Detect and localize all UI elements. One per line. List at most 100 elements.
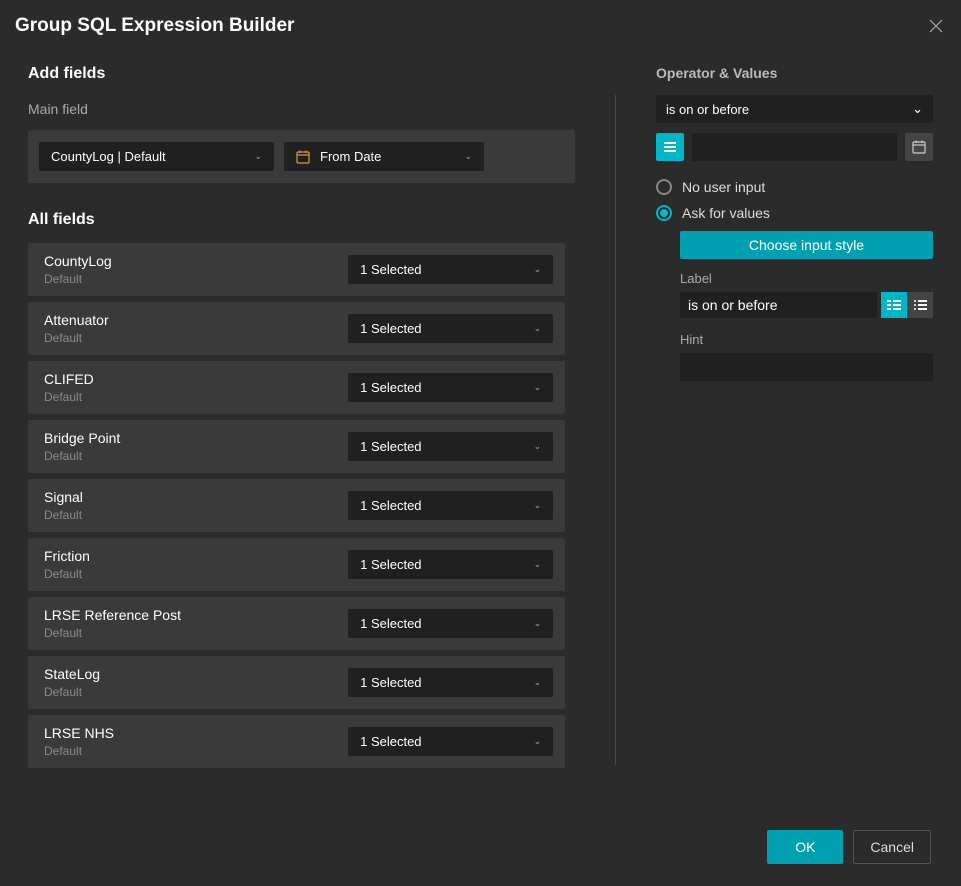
field-selected-value: 1 Selected <box>360 439 421 454</box>
label-position-top-button[interactable] <box>907 292 933 318</box>
main-field-dropdown[interactable]: CountyLog | Default ⌄ <box>39 142 274 171</box>
cancel-button[interactable]: Cancel <box>853 830 931 864</box>
right-column: Operator & Values is on or before ⌄ No u… <box>656 65 933 812</box>
hint-caption: Hint <box>680 332 933 347</box>
field-selected-dropdown[interactable]: 1 Selected ⌄ <box>348 491 553 520</box>
ok-button[interactable]: OK <box>767 830 843 864</box>
field-name: Attenuator <box>44 312 109 328</box>
label-row <box>680 292 933 318</box>
chevron-down-icon: ⌄ <box>912 101 923 117</box>
field-selected-value: 1 Selected <box>360 262 421 277</box>
field-row: Signal Default 1 Selected ⌄ <box>28 479 565 532</box>
close-icon <box>929 19 943 33</box>
source-type-button[interactable] <box>656 133 684 161</box>
main-field-label: Main field <box>28 101 575 117</box>
field-sublabel: Default <box>44 626 181 640</box>
field-row: CLIFED Default 1 Selected ⌄ <box>28 361 565 414</box>
list-icon <box>663 140 677 154</box>
field-info: LRSE Reference Post Default <box>44 607 181 640</box>
field-sublabel: Default <box>44 744 114 758</box>
field-selected-value: 1 Selected <box>360 734 421 749</box>
label-input[interactable] <box>680 292 877 318</box>
field-row: Attenuator Default 1 Selected ⌄ <box>28 302 565 355</box>
left-column: Add fields Main field CountyLog | Defaul… <box>28 65 575 812</box>
field-selected-dropdown[interactable]: 1 Selected ⌄ <box>348 373 553 402</box>
field-selected-dropdown[interactable]: 1 Selected ⌄ <box>348 609 553 638</box>
operator-values-title: Operator & Values <box>656 65 933 81</box>
calendar-icon <box>296 150 310 164</box>
field-name: Signal <box>44 489 83 505</box>
all-fields-label: All fields <box>28 211 575 229</box>
field-selected-dropdown[interactable]: 1 Selected ⌄ <box>348 432 553 461</box>
field-name: CLIFED <box>44 371 94 387</box>
field-info: Friction Default <box>44 548 90 581</box>
chevron-down-icon: ⌄ <box>534 677 542 688</box>
field-sublabel: Default <box>44 272 112 286</box>
field-selected-value: 1 Selected <box>360 616 421 631</box>
add-fields-title: Add fields <box>28 65 575 83</box>
label-position-left-button[interactable] <box>881 292 907 318</box>
field-info: CountyLog Default <box>44 253 112 286</box>
close-button[interactable] <box>929 19 943 33</box>
chevron-down-icon: ⌄ <box>464 151 472 162</box>
field-sublabel: Default <box>44 331 109 345</box>
chevron-down-icon: ⌄ <box>534 264 542 275</box>
field-name: Bridge Point <box>44 430 120 446</box>
field-sublabel: Default <box>44 390 94 404</box>
operator-value: is on or before <box>666 102 749 117</box>
chevron-down-icon: ⌄ <box>534 441 542 452</box>
field-row: CountyLog Default 1 Selected ⌄ <box>28 243 565 296</box>
chevron-down-icon: ⌄ <box>534 382 542 393</box>
calendar-picker-button[interactable] <box>905 133 933 161</box>
radio-label: Ask for values <box>682 205 770 221</box>
field-info: Attenuator Default <box>44 312 109 345</box>
field-info: StateLog Default <box>44 666 100 699</box>
field-selected-value: 1 Selected <box>360 380 421 395</box>
label-position-toggle <box>881 292 933 318</box>
fields-scroll-container[interactable]: CountyLog Default 1 Selected ⌄ Attenuato… <box>28 243 575 773</box>
field-row: LRSE Reference Post Default 1 Selected ⌄ <box>28 597 565 650</box>
radio-ask-for-values[interactable]: Ask for values <box>656 205 933 221</box>
dialog-footer: OK Cancel <box>0 812 961 886</box>
chevron-down-icon: ⌄ <box>534 736 542 747</box>
hint-input[interactable] <box>680 353 933 381</box>
chevron-down-icon: ⌄ <box>534 500 542 511</box>
field-selected-dropdown[interactable]: 1 Selected ⌄ <box>348 668 553 697</box>
field-sublabel: Default <box>44 449 120 463</box>
dialog-header: Group SQL Expression Builder <box>0 0 961 65</box>
date-field-dropdown[interactable]: From Date ⌄ <box>284 142 484 171</box>
operator-dropdown[interactable]: is on or before ⌄ <box>656 95 933 123</box>
field-sublabel: Default <box>44 685 100 699</box>
field-selected-value: 1 Selected <box>360 321 421 336</box>
choose-input-style-button[interactable]: Choose input style <box>680 231 933 259</box>
dialog-title: Group SQL Expression Builder <box>15 15 294 37</box>
field-selected-dropdown[interactable]: 1 Selected ⌄ <box>348 727 553 756</box>
field-selected-value: 1 Selected <box>360 557 421 572</box>
chevron-down-icon: ⌄ <box>534 559 542 570</box>
field-info: LRSE NHS Default <box>44 725 114 758</box>
field-name: Friction <box>44 548 90 564</box>
field-selected-dropdown[interactable]: 1 Selected ⌄ <box>348 550 553 579</box>
radio-no-user-input[interactable]: No user input <box>656 179 933 195</box>
field-selected-dropdown[interactable]: 1 Selected ⌄ <box>348 255 553 284</box>
calendar-icon <box>912 140 926 154</box>
field-name: LRSE Reference Post <box>44 607 181 623</box>
field-info: Bridge Point Default <box>44 430 120 463</box>
align-left-icon <box>887 300 901 310</box>
field-selected-value: 1 Selected <box>360 675 421 690</box>
value-input[interactable] <box>692 133 897 161</box>
field-selected-dropdown[interactable]: 1 Selected ⌄ <box>348 314 553 343</box>
field-selected-value: 1 Selected <box>360 498 421 513</box>
label-form-group: Label <box>680 271 933 318</box>
field-row: Bridge Point Default 1 Selected ⌄ <box>28 420 565 473</box>
value-input-row <box>656 133 933 161</box>
field-row: LRSE NHS Default 1 Selected ⌄ <box>28 715 565 768</box>
field-info: Signal Default <box>44 489 83 522</box>
modal-dialog: Group SQL Expression Builder Add fields … <box>0 0 961 886</box>
field-name: StateLog <box>44 666 100 682</box>
hint-form-group: Hint <box>680 332 933 381</box>
vertical-divider <box>615 95 616 765</box>
field-row: Friction Default 1 Selected ⌄ <box>28 538 565 591</box>
field-name: CountyLog <box>44 253 112 269</box>
main-field-box: CountyLog | Default ⌄ From Date ⌄ <box>28 130 575 183</box>
